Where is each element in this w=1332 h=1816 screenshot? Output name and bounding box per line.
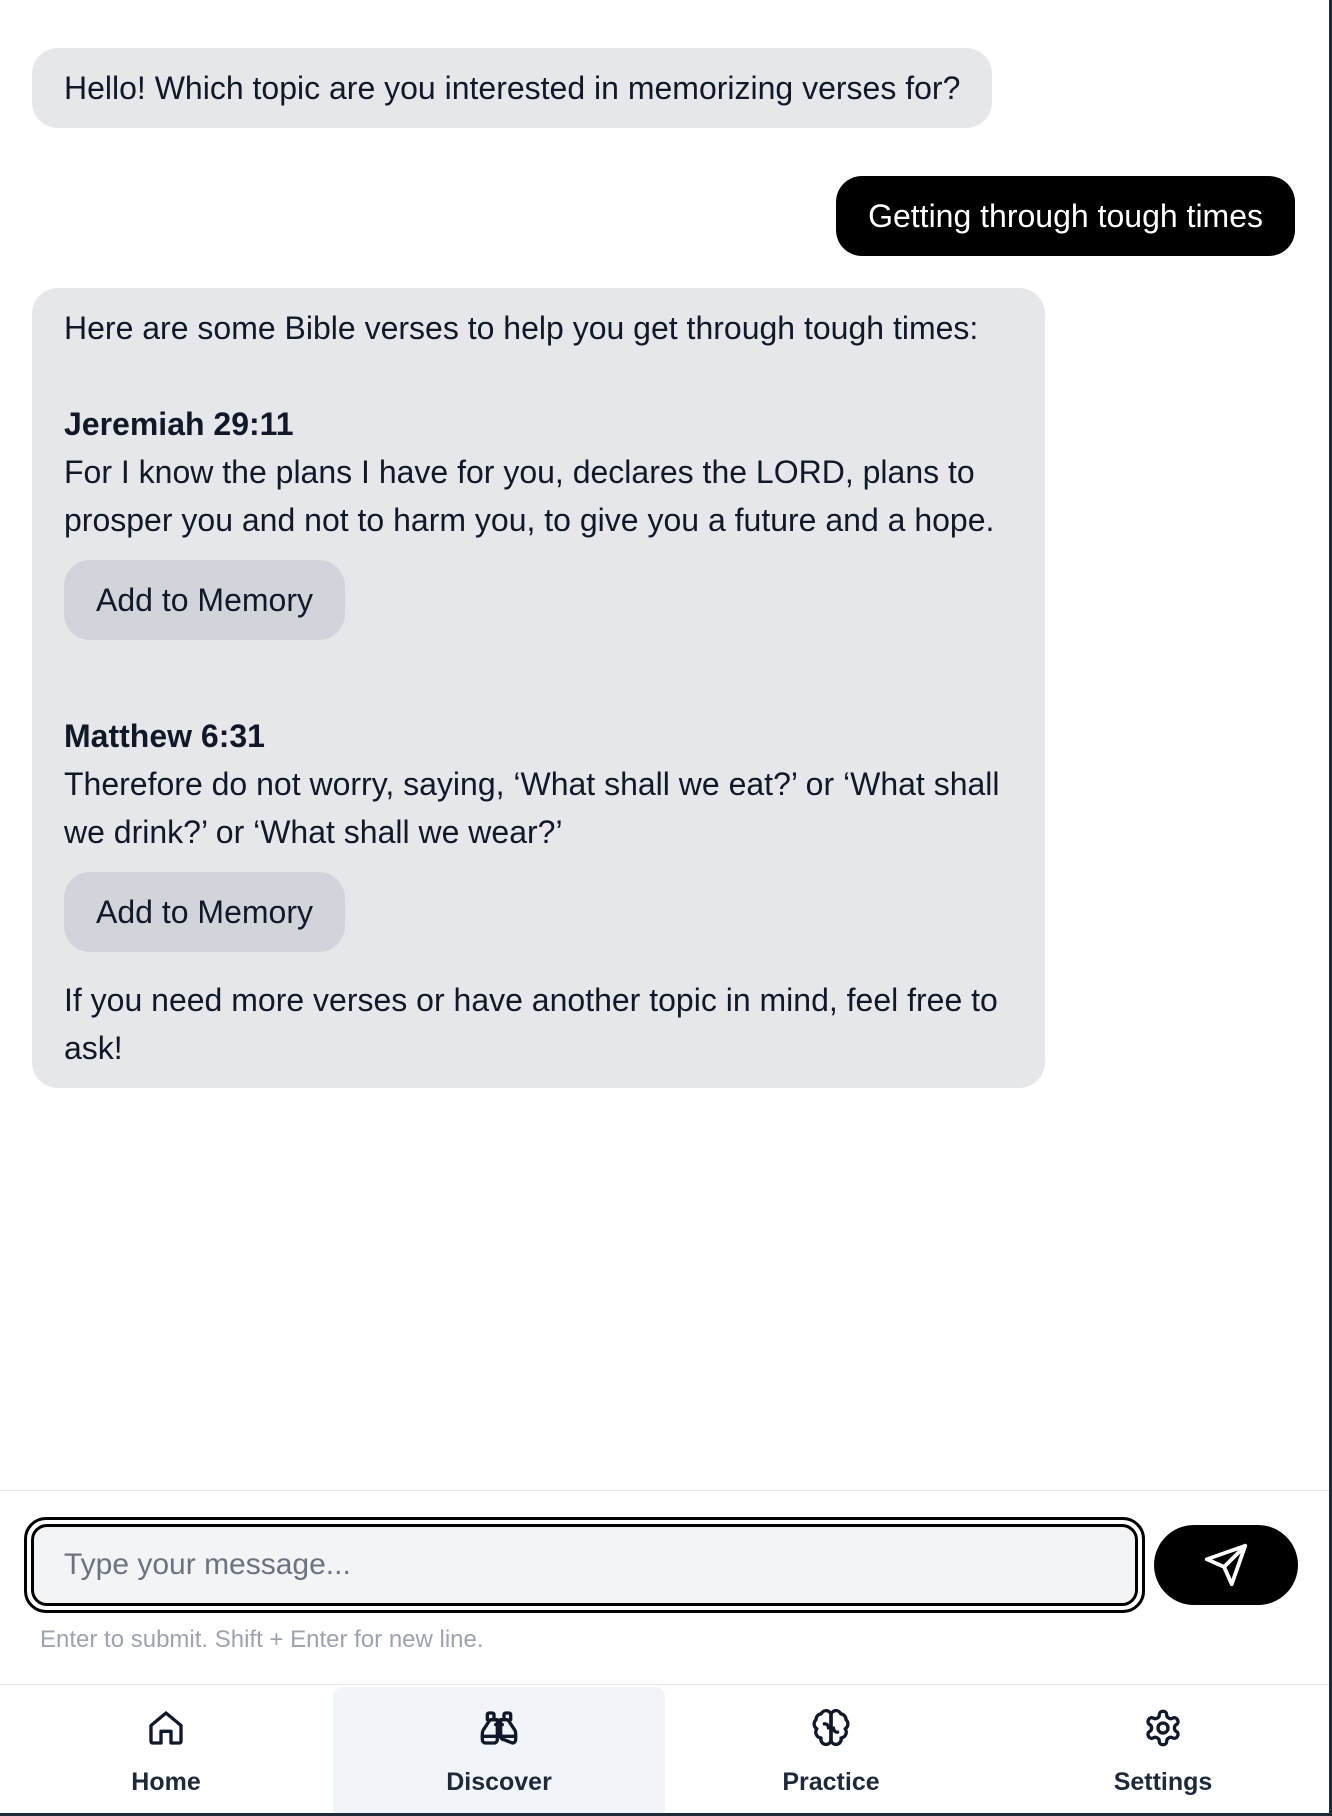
app: Hello! Which topic are you interested in… [0, 0, 1332, 1816]
nav-label: Home [131, 1768, 201, 1796]
user-message-bubble: Getting through tough times [836, 176, 1295, 256]
verse-reference: Matthew 6:31 [64, 718, 265, 754]
message-input[interactable] [31, 1524, 1138, 1606]
nav-item-settings[interactable]: Settings [997, 1687, 1329, 1814]
verse-card: Matthew 6:31 Therefore do not worry, say… [64, 712, 1013, 952]
add-to-memory-button[interactable]: Add to Memory [64, 560, 345, 640]
message-input-focus-ring [24, 1517, 1145, 1613]
nav-label: Practice [782, 1768, 880, 1796]
bottom-nav: Home Discover Practice Settings [0, 1684, 1329, 1814]
gear-icon [1142, 1707, 1184, 1749]
greeting-text: Hello! Which topic are you interested in… [64, 70, 961, 106]
nav-item-practice[interactable]: Practice [665, 1687, 997, 1814]
verse-card: Jeremiah 29:11 For I know the plans I ha… [64, 400, 1013, 640]
brain-icon [810, 1707, 852, 1749]
verse-text: Therefore do not worry, saying, ‘What sh… [64, 766, 1000, 850]
message-composer: Enter to submit. Shift + Enter for new l… [0, 1490, 1329, 1684]
assistant-greeting-bubble: Hello! Which topic are you interested in… [32, 48, 993, 128]
home-icon [145, 1707, 187, 1749]
assistant-answer-bubble: Here are some Bible verses to help you g… [32, 288, 1045, 1088]
user-message-text: Getting through tough times [868, 198, 1263, 234]
nav-item-discover[interactable]: Discover [333, 1687, 665, 1814]
nav-item-home[interactable]: Home [0, 1687, 332, 1814]
add-to-memory-button[interactable]: Add to Memory [64, 872, 345, 952]
send-icon [1204, 1543, 1248, 1587]
nav-label: Settings [1113, 1768, 1213, 1796]
answer-intro: Here are some Bible verses to help you g… [64, 310, 979, 346]
answer-closing: If you need more verses or have another … [64, 982, 998, 1066]
verse-text: For I know the plans I have for you, dec… [64, 454, 995, 538]
chat-thread: Hello! Which topic are you interested in… [0, 0, 1329, 1490]
composer-hint: Enter to submit. Shift + Enter for new l… [40, 1626, 484, 1653]
verse-reference: Jeremiah 29:11 [64, 406, 294, 442]
nav-label: Discover [446, 1768, 552, 1796]
binoculars-icon [478, 1707, 520, 1749]
send-button[interactable] [1154, 1525, 1298, 1605]
